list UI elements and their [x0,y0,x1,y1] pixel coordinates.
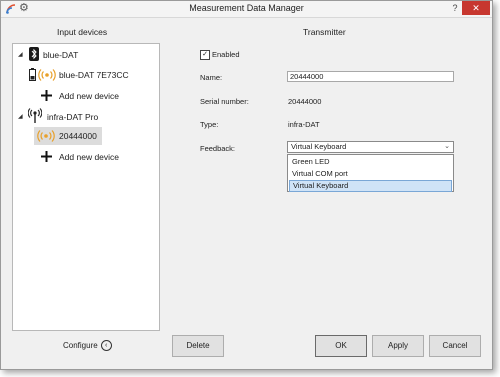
add-new-device-bluedat[interactable]: Add new device [59,89,119,103]
feedback-select[interactable]: Virtual Keyboard ⌄ [287,141,454,153]
feedback-label: Feedback: [200,144,236,153]
close-button[interactable]: ✕ [462,1,490,15]
tree-item-blue-dat-device[interactable]: blue-DAT 7E73CC [59,68,129,82]
apply-button[interactable]: Apply [372,335,424,357]
configure-label: Configure [63,341,98,350]
main-window: ⚙ Measurement Data Manager ? ✕ Input dev… [0,0,493,370]
chevron-down-icon: ⌄ [444,143,450,150]
delete-button[interactable]: Delete [172,335,224,357]
tree-item-infra-dat-pro[interactable]: infra-DAT Pro [47,110,98,124]
signal-icon [37,130,55,142]
name-label: Name: [200,73,223,82]
plus-icon [41,151,52,162]
feedback-option-green-led[interactable]: Green LED [289,156,452,168]
plus-icon [41,90,52,101]
configure-link[interactable]: Configure ‹ [63,340,112,351]
expand-triangle-icon[interactable]: ◢ [18,113,23,120]
transmitter-header: Transmitter [303,27,346,37]
input-devices-header: Input devices [57,27,108,37]
bluetooth-icon [29,47,39,61]
window-title: Measurement Data Manager [189,3,304,13]
feedback-option-virtual-keyboard[interactable]: Virtual Keyboard [289,180,452,192]
device-tree[interactable]: ◢ blue-DAT blue-DAT 7E73CC Add new devic… [12,43,160,331]
battery-icon [29,68,36,81]
antenna-icon [28,108,42,123]
tree-item-20444000[interactable]: 20444000 [59,129,97,143]
feedback-dropdown-list: Green LED Virtual COM port Virtual Keybo… [287,154,454,192]
chevron-left-icon: ‹ [100,340,112,351]
tree-item-blue-dat[interactable]: blue-DAT [43,48,78,62]
expand-triangle-icon[interactable]: ◢ [18,51,23,58]
ok-button[interactable]: OK [315,335,367,357]
type-label: Type: [200,120,219,129]
serial-number-label: Serial number: [200,97,249,106]
enabled-label: Enabled [212,50,240,59]
name-input[interactable]: 20444000 [287,71,454,82]
add-new-device-infradat[interactable]: Add new device [59,150,119,164]
feedback-option-virtual-com-port[interactable]: Virtual COM port [289,168,452,180]
feedback-selected-value: Virtual Keyboard [291,142,347,151]
help-button[interactable]: ? [449,2,461,15]
enabled-checkbox[interactable]: ✓ [200,50,210,60]
title-bar: ⚙ Measurement Data Manager ? ✕ [1,1,492,18]
cancel-button[interactable]: Cancel [429,335,481,357]
serial-number-value: 20444000 [288,97,322,106]
type-value: infra-DAT [288,120,320,129]
signal-icon [38,69,56,81]
